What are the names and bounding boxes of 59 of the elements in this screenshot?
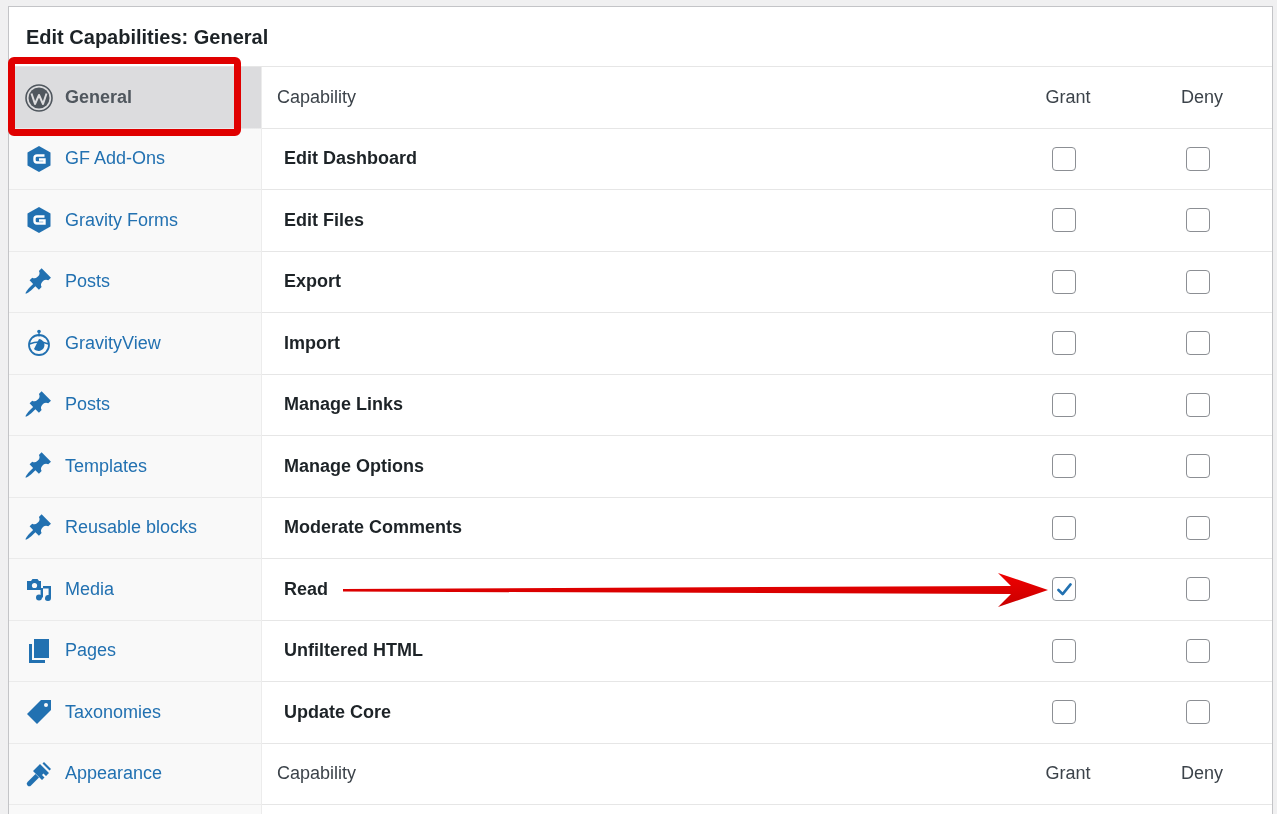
grant-checkbox[interactable] (1052, 331, 1076, 356)
deny-checkbox[interactable] (1186, 146, 1210, 171)
sidebar-item[interactable]: Templates (9, 436, 261, 498)
deny-checkbox[interactable] (1186, 392, 1210, 417)
grant-checkbox[interactable] (1052, 146, 1076, 171)
capability-name: Edit Files (283, 208, 364, 232)
capability-name: Manage Links (283, 393, 404, 417)
sidebar-item[interactable]: Posts (9, 251, 261, 313)
sidebar-item[interactable]: Media (9, 559, 261, 621)
column-header: Deny (1180, 85, 1223, 109)
logo-icon (25, 83, 53, 112)
pin-icon (25, 267, 53, 296)
capability-name: Import (283, 331, 340, 355)
grant-checkbox[interactable] (1052, 700, 1076, 725)
deny-checkbox[interactable] (1186, 208, 1210, 233)
pin-icon (25, 390, 53, 419)
grant-checkbox[interactable] (1052, 577, 1076, 602)
deny-checkbox[interactable] (1186, 638, 1210, 663)
panel-title: Edit Capabilities: General (26, 24, 269, 50)
sidebar-item[interactable]: Posts (9, 374, 261, 436)
column-header: Deny (1180, 762, 1223, 786)
capability-name: Manage Options (283, 454, 424, 478)
capability-name: Update Core (283, 700, 391, 724)
sidebar-item[interactable]: General (8, 57, 261, 136)
sidebar-item[interactable]: Appearance (9, 743, 261, 805)
sidebar-item[interactable]: GF Add-Ons (9, 128, 261, 190)
deny-checkbox[interactable] (1186, 331, 1210, 356)
hexagon-icon (25, 144, 53, 173)
column-header: Capability (276, 85, 357, 109)
checkmark-icon (1056, 582, 1072, 596)
deny-checkbox[interactable] (1186, 577, 1210, 602)
grant-checkbox[interactable] (1052, 454, 1076, 479)
orbit-icon (25, 329, 53, 358)
column-header: Capability (276, 762, 357, 786)
capability-name: Moderate Comments (283, 516, 463, 540)
capability-name: Unfiltered HTML (283, 639, 423, 663)
sidebar-item[interactable]: Taxonomies (9, 682, 261, 744)
grant-checkbox[interactable] (1052, 269, 1076, 294)
deny-checkbox[interactable] (1186, 454, 1210, 479)
hexagon-icon (25, 206, 53, 235)
capability-name: Export (283, 270, 341, 294)
sidebar-item[interactable]: Pages (9, 620, 261, 682)
sidebar-item[interactable]: Reusable blocks (9, 497, 261, 559)
column-header: Grant (1044, 762, 1091, 786)
tag-icon (25, 698, 53, 727)
grant-checkbox[interactable] (1052, 638, 1076, 663)
grant-checkbox[interactable] (1052, 515, 1076, 540)
paintbrush-icon (25, 759, 53, 788)
sidebar-item[interactable]: Gravity Forms (9, 190, 261, 252)
pin-icon (25, 513, 53, 542)
sidebar-item[interactable]: GravityView (9, 313, 261, 375)
grant-checkbox[interactable] (1052, 208, 1076, 233)
grant-checkbox[interactable] (1052, 392, 1076, 417)
column-header: Grant (1044, 85, 1091, 109)
deny-checkbox[interactable] (1186, 700, 1210, 725)
deny-checkbox[interactable] (1186, 269, 1210, 294)
capability-name: Edit Dashboard (283, 147, 417, 171)
capability-name: Read (283, 577, 328, 601)
deny-checkbox[interactable] (1186, 515, 1210, 540)
